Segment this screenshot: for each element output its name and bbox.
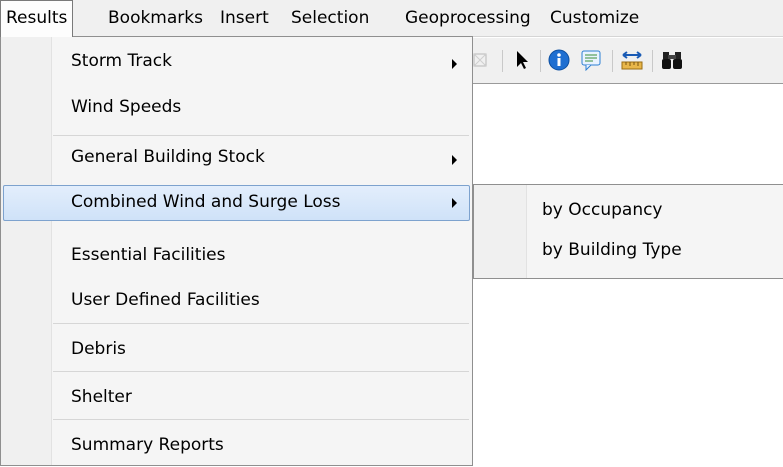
menu-divider xyxy=(53,371,469,372)
menu-item-wind-speeds[interactable]: Wind Speeds xyxy=(3,97,470,129)
toolbar-separator xyxy=(652,50,653,72)
menu-item-summary-reports[interactable]: Summary Reports xyxy=(3,435,470,467)
full-extent-icon[interactable] xyxy=(472,46,488,74)
menu-selection[interactable]: Selection xyxy=(286,0,374,36)
toolbar-separator xyxy=(540,50,541,72)
measure-icon[interactable] xyxy=(618,46,646,74)
menu-item-label: Storm Track xyxy=(71,51,172,71)
menu-bar: Results Bookmarks Insert Selection Geopr… xyxy=(0,0,783,37)
menu-icon-gutter xyxy=(474,185,527,278)
toolbar-separator xyxy=(612,50,613,72)
toolbar-separator xyxy=(502,50,503,72)
menu-divider xyxy=(53,135,469,136)
menu-item-shelter[interactable]: Shelter xyxy=(3,387,470,419)
identify-icon[interactable] xyxy=(546,46,572,74)
menu-geoprocessing[interactable]: Geoprocessing xyxy=(400,0,536,36)
submenu-arrow-icon xyxy=(452,59,457,69)
html-popup-icon[interactable] xyxy=(578,46,604,74)
menu-item-label: Wind Speeds xyxy=(71,97,182,117)
menu-item-label: Shelter xyxy=(71,387,132,407)
menu-divider xyxy=(53,323,469,324)
menu-item-label: Essential Facilities xyxy=(71,245,226,265)
find-icon[interactable] xyxy=(658,46,686,74)
menu-item-general-building-stock[interactable]: General Building Stock xyxy=(3,147,470,179)
menu-bookmarks[interactable]: Bookmarks xyxy=(103,0,208,36)
combined-loss-submenu: by Occupancy by Building Type xyxy=(473,184,783,279)
menu-item-user-defined-facilities[interactable]: User Defined Facilities xyxy=(3,290,470,322)
submenu-arrow-icon xyxy=(452,155,457,165)
menu-customize[interactable]: Customize xyxy=(545,0,644,36)
tools-toolbar xyxy=(472,38,783,83)
select-pointer-icon[interactable] xyxy=(510,46,534,74)
submenu-item-by-building-type[interactable]: by Building Type xyxy=(542,240,682,260)
menu-divider xyxy=(53,419,469,420)
menu-item-label: Debris xyxy=(71,339,126,359)
menu-item-label: Combined Wind and Surge Loss xyxy=(71,192,341,212)
menu-item-essential-facilities[interactable]: Essential Facilities xyxy=(3,245,470,277)
submenu-arrow-icon xyxy=(452,198,457,208)
document-pane-border xyxy=(472,83,783,84)
menu-item-combined-wind-surge-loss[interactable]: Combined Wind and Surge Loss xyxy=(3,185,470,221)
menu-item-label: General Building Stock xyxy=(71,147,265,167)
results-menu: Storm Track Wind Speeds General Building… xyxy=(0,36,473,466)
menu-item-label: Summary Reports xyxy=(71,435,224,455)
submenu-item-by-occupancy[interactable]: by Occupancy xyxy=(542,200,663,220)
menu-item-storm-track[interactable]: Storm Track xyxy=(3,51,470,83)
menu-insert[interactable]: Insert xyxy=(215,0,274,36)
menu-item-debris[interactable]: Debris xyxy=(3,339,470,371)
menu-item-label: User Defined Facilities xyxy=(71,290,260,310)
menu-results[interactable]: Results xyxy=(0,0,74,37)
